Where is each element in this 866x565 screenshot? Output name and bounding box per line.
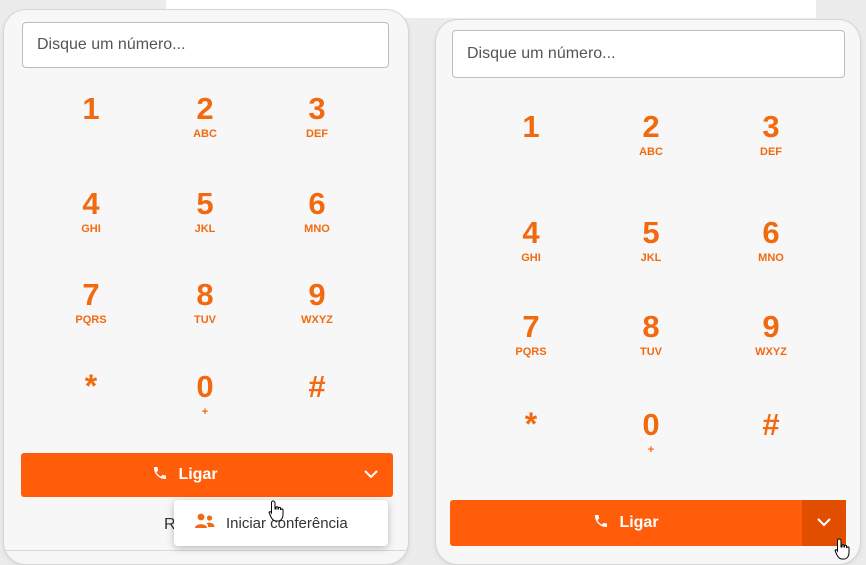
key-letters: WXYZ [301,314,333,326]
key-letters: WXYZ [755,346,787,358]
phone-icon [593,513,609,534]
key-letters: GHI [521,252,541,264]
key-digit: 9 [762,309,780,344]
call-split-button: Ligar [21,453,393,497]
key-digit: 7 [522,309,540,344]
key-3[interactable]: 3 DEF [726,110,816,190]
key-letters: GHI [81,223,101,235]
dialer-panel-right: 1 2 ABC 3 DEF 4 GHI 5 JKL 6 MNO 7 PQRS 8 [436,20,860,564]
key-digit: 5 [196,186,214,221]
key-1[interactable]: 1 [46,92,136,172]
key-0[interactable]: 0 + [160,370,250,450]
key-digit: # [308,369,326,404]
call-options-toggle[interactable] [349,453,393,497]
dial-number-input[interactable] [452,30,845,78]
call-split-button: Ligar [450,500,846,546]
key-digit: * [84,368,98,404]
key-star[interactable]: * [486,404,576,484]
phone-icon [152,465,168,486]
key-8[interactable]: 8 TUV [606,310,696,390]
hand-cursor-icon [834,538,852,560]
key-letters: + [647,444,655,456]
key-letters: JKL [194,223,216,235]
chevron-down-icon [816,514,832,532]
key-5[interactable]: 5 JKL [160,187,250,267]
menu-item-label: Iniciar conferência [226,514,348,532]
key-letters: MNO [758,252,784,264]
key-digit: 6 [762,215,780,250]
key-digit: 8 [642,309,660,344]
call-button[interactable]: Ligar [450,500,802,546]
call-button-label: Ligar [619,514,659,531]
key-digit: 4 [82,186,100,221]
key-digit: 9 [308,277,326,312]
key-digit: 3 [762,109,780,144]
key-letters: JKL [640,252,662,264]
key-9[interactable]: 9 WXYZ [726,310,816,390]
key-digit: 6 [308,186,326,221]
key-digit: 5 [642,215,660,250]
key-2[interactable]: 2 ABC [606,110,696,190]
key-letters: DEF [760,146,782,158]
key-7[interactable]: 7 PQRS [486,310,576,390]
key-6[interactable]: 6 MNO [272,187,362,267]
key-letters: DEF [306,128,328,140]
chevron-down-icon [363,466,379,484]
key-hash[interactable]: # [726,408,816,488]
key-3[interactable]: 3 DEF [272,92,362,172]
key-letters: TUV [194,314,216,326]
key-digit: * [524,406,538,442]
key-digit: 4 [522,215,540,250]
key-digit: 7 [82,277,100,312]
key-2[interactable]: 2 ABC [160,92,250,172]
key-hash[interactable]: # [272,370,362,450]
key-digit: 1 [522,109,540,144]
call-button[interactable]: Ligar [21,453,349,497]
key-digit: 8 [196,277,214,312]
key-9[interactable]: 9 WXYZ [272,278,362,358]
key-star[interactable]: * [46,366,136,446]
key-6[interactable]: 6 MNO [726,216,816,296]
key-8[interactable]: 8 TUV [160,278,250,358]
key-digit: 1 [82,91,100,126]
divider [4,550,408,551]
key-5[interactable]: 5 JKL [606,216,696,296]
key-digit: 3 [308,91,326,126]
key-letters: TUV [640,346,662,358]
key-0[interactable]: 0 + [606,408,696,488]
hand-cursor-icon [268,500,286,522]
key-digit: 2 [196,91,214,126]
dial-number-input[interactable] [22,22,389,68]
key-1[interactable]: 1 [486,110,576,190]
key-digit: 0 [196,369,214,404]
key-digit: 2 [642,109,660,144]
key-4[interactable]: 4 GHI [46,187,136,267]
key-letters: ABC [639,146,663,158]
users-icon [194,513,216,534]
key-digit: # [762,407,780,442]
key-7[interactable]: 7 PQRS [46,278,136,358]
key-letters: ABC [193,128,217,140]
key-letters: + [201,406,209,418]
key-letters: PQRS [75,314,107,326]
key-4[interactable]: 4 GHI [486,216,576,296]
key-digit: 0 [642,407,660,442]
key-letters: MNO [304,223,330,235]
call-button-label: Ligar [178,466,218,483]
menu-item-start-conference[interactable]: Iniciar conferência [194,500,388,546]
key-letters: PQRS [515,346,547,358]
dialer-panel-left: 1 2 ABC 3 DEF 4 GHI 5 JKL 6 MNO 7 PQRS 8 [4,10,408,564]
